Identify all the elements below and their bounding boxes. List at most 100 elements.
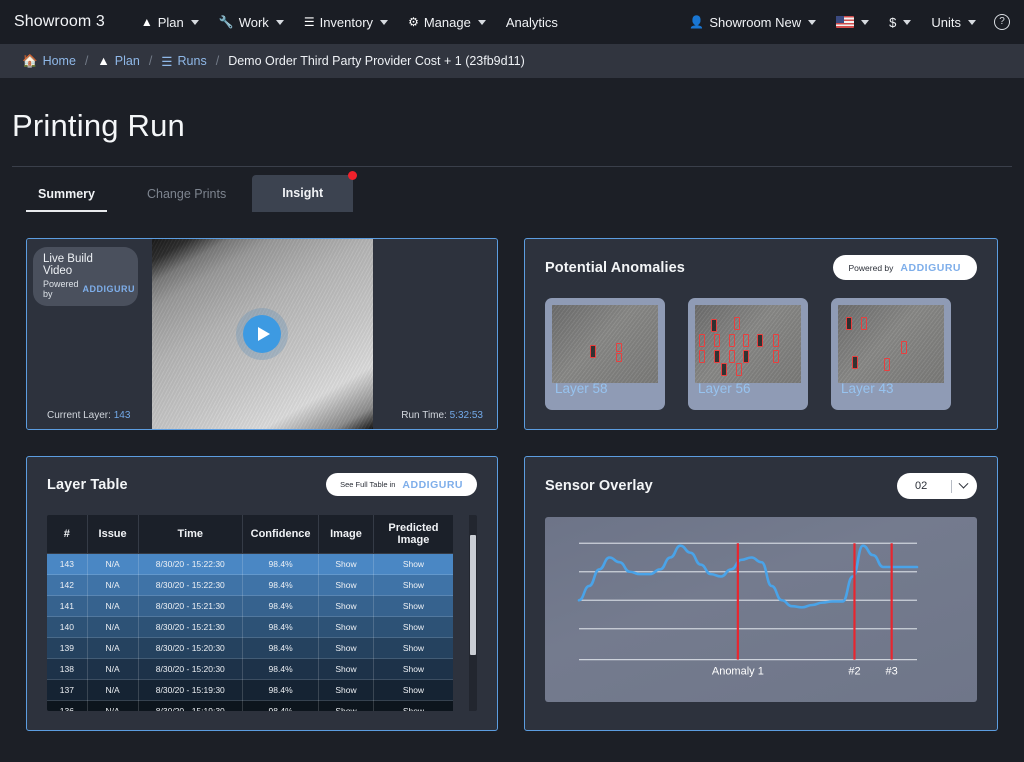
tab-bar: Summery Change Prints Insight — [12, 166, 1012, 212]
cell-time: 8/30/20 - 15:19:30 — [138, 701, 243, 712]
nav-item-work[interactable]: 🔧 Work — [209, 11, 294, 34]
breadcrumb-home-label: Home — [43, 54, 76, 68]
col-header-image[interactable]: Image — [319, 515, 374, 554]
table-row[interactable]: 143N/A8/30/20 - 15:22:3098.4%ShowShow — [47, 554, 453, 575]
nav-item-user[interactable]: 👤 Showroom New — [679, 11, 826, 34]
anomaly-marker — [773, 334, 779, 347]
anomaly-marker — [757, 334, 763, 347]
nav-item-inventory[interactable]: ☰ Inventory — [294, 11, 398, 34]
cell-confidence: 98.4% — [243, 596, 319, 617]
nav-item-inventory-label: Inventory — [320, 15, 373, 30]
current-layer-value: 143 — [114, 410, 131, 421]
col-header-issue[interactable]: Issue — [87, 515, 138, 554]
cell-issue: N/A — [87, 596, 138, 617]
table-row[interactable]: 137N/A8/30/20 - 15:19:3098.4%ShowShow — [47, 680, 453, 701]
help-icon[interactable]: ? — [994, 14, 1010, 30]
nav-item-units[interactable]: Units — [921, 11, 986, 34]
chevron-down-icon — [959, 478, 969, 488]
cell-number: 142 — [47, 575, 87, 596]
cell-issue: N/A — [87, 701, 138, 712]
anomaly-marker — [743, 334, 749, 347]
cell-predicted-image-link[interactable]: Show — [373, 680, 453, 701]
cell-image-link[interactable]: Show — [319, 575, 374, 596]
anomaly-card[interactable]: Layer 56 — [688, 298, 808, 410]
cell-time: 8/30/20 - 15:21:30 — [138, 617, 243, 638]
table-row[interactable]: 140N/A8/30/20 - 15:21:3098.4%ShowShow — [47, 617, 453, 638]
chevron-down-icon — [380, 20, 388, 25]
anomaly-marker — [846, 317, 852, 330]
cell-predicted-image-link[interactable]: Show — [373, 554, 453, 575]
table-row[interactable]: 139N/A8/30/20 - 15:20:3098.4%ShowShow — [47, 638, 453, 659]
nav-item-analytics[interactable]: Analytics — [496, 11, 568, 34]
anomaly-marker-label: #2 — [848, 666, 860, 678]
addiguru-logo: ADDIGURU — [83, 284, 136, 294]
cell-predicted-image-link[interactable]: Show — [373, 638, 453, 659]
currency-label: $ — [889, 15, 896, 30]
page-body: Printing Run Summery Change Prints Insig… — [0, 78, 1024, 731]
anomaly-marker — [884, 358, 890, 371]
current-layer-status: Current Layer: 143 — [47, 410, 130, 421]
notification-dot-icon — [348, 171, 357, 180]
cell-predicted-image-link[interactable]: Show — [373, 659, 453, 680]
nav-item-currency[interactable]: $ — [879, 11, 921, 34]
nav-item-manage[interactable]: ⚙ Manage — [398, 11, 496, 34]
cell-predicted-image-link[interactable]: Show — [373, 617, 453, 638]
cell-time: 8/30/20 - 15:22:30 — [138, 575, 243, 596]
anomaly-marker — [734, 317, 740, 330]
nav-item-manage-label: Manage — [424, 15, 471, 30]
cell-image-link[interactable]: Show — [319, 680, 374, 701]
tab-insight[interactable]: Insight — [252, 175, 353, 212]
nav-item-language[interactable] — [826, 12, 879, 32]
app-brand[interactable]: Showroom 3 — [14, 13, 105, 31]
build-video-frame[interactable] — [152, 239, 373, 429]
anomaly-card[interactable]: Layer 58 — [545, 298, 665, 410]
cell-predicted-image-link[interactable]: Show — [373, 701, 453, 712]
cell-image-link[interactable]: Show — [319, 701, 374, 712]
nav-item-work-label: Work — [239, 15, 269, 30]
cell-number: 137 — [47, 680, 87, 701]
cell-image-link[interactable]: Show — [319, 617, 374, 638]
nav-item-plan[interactable]: ▲ Plan — [131, 11, 209, 34]
breadcrumb-item-home[interactable]: 🏠 Home — [22, 54, 76, 69]
sensor-chart[interactable]: Anomaly 1#2#3 — [545, 517, 977, 702]
breadcrumb-item-runs[interactable]: ☰ Runs — [161, 54, 206, 69]
cell-image-link[interactable]: Show — [319, 596, 374, 617]
sensor-select[interactable]: 02 — [897, 473, 977, 499]
cell-predicted-image-link[interactable]: Show — [373, 575, 453, 596]
potential-anomalies-panel: Potential Anomalies Powered by ADDIGURU … — [524, 238, 998, 430]
cell-image-link[interactable]: Show — [319, 554, 374, 575]
navbar-right-group: 👤 Showroom New $ Units ? — [679, 11, 1010, 34]
table-row[interactable]: 142N/A8/30/20 - 15:22:3098.4%ShowShow — [47, 575, 453, 596]
table-scrollbar-thumb[interactable] — [470, 535, 476, 655]
video-right-column: Run Time: 5:32:53 — [373, 239, 498, 429]
play-button[interactable] — [243, 315, 281, 353]
breadcrumb-item-plan[interactable]: ▲ Plan — [97, 54, 139, 68]
table-row[interactable]: 136N/A8/30/20 - 15:19:3098.4%ShowShow — [47, 701, 453, 712]
cell-time: 8/30/20 - 15:19:30 — [138, 680, 243, 701]
col-header-number[interactable]: # — [47, 515, 87, 554]
play-icon — [258, 327, 270, 341]
anomaly-card[interactable]: Layer 43 — [831, 298, 951, 410]
col-header-confidence[interactable]: Confidence — [243, 515, 319, 554]
col-header-time[interactable]: Time — [138, 515, 243, 554]
powered-by-addiguru-pill[interactable]: Powered by ADDIGURU — [833, 255, 977, 280]
video-left-column: Live Build Video Powered by ADDIGURU Cur… — [27, 239, 152, 429]
cell-confidence: 98.4% — [243, 680, 319, 701]
cell-image-link[interactable]: Show — [319, 638, 374, 659]
dashboard-grid: Live Build Video Powered by ADDIGURU Cur… — [12, 212, 1012, 731]
chevron-down-icon — [478, 20, 486, 25]
col-header-predicted-image[interactable]: Predicted Image — [373, 515, 453, 554]
table-row[interactable]: 141N/A8/30/20 - 15:21:3098.4%ShowShow — [47, 596, 453, 617]
anomaly-marker — [901, 341, 907, 354]
see-full-table-pill[interactable]: See Full Table in ADDIGURU — [326, 473, 477, 496]
gear-icon: ⚙ — [408, 15, 419, 29]
wrench-icon: 🔧 — [219, 15, 234, 29]
layer-table-scroll-area[interactable]: # Issue Time Confidence Image Predicted … — [47, 515, 477, 711]
cell-predicted-image-link[interactable]: Show — [373, 596, 453, 617]
tab-summery[interactable]: Summery — [12, 177, 121, 212]
cell-image-link[interactable]: Show — [319, 659, 374, 680]
tab-change-prints[interactable]: Change Prints — [121, 177, 252, 212]
table-scrollbar[interactable] — [469, 515, 477, 711]
table-row[interactable]: 138N/A8/30/20 - 15:20:3098.4%ShowShow — [47, 659, 453, 680]
layer-table-title: Layer Table — [47, 477, 128, 493]
